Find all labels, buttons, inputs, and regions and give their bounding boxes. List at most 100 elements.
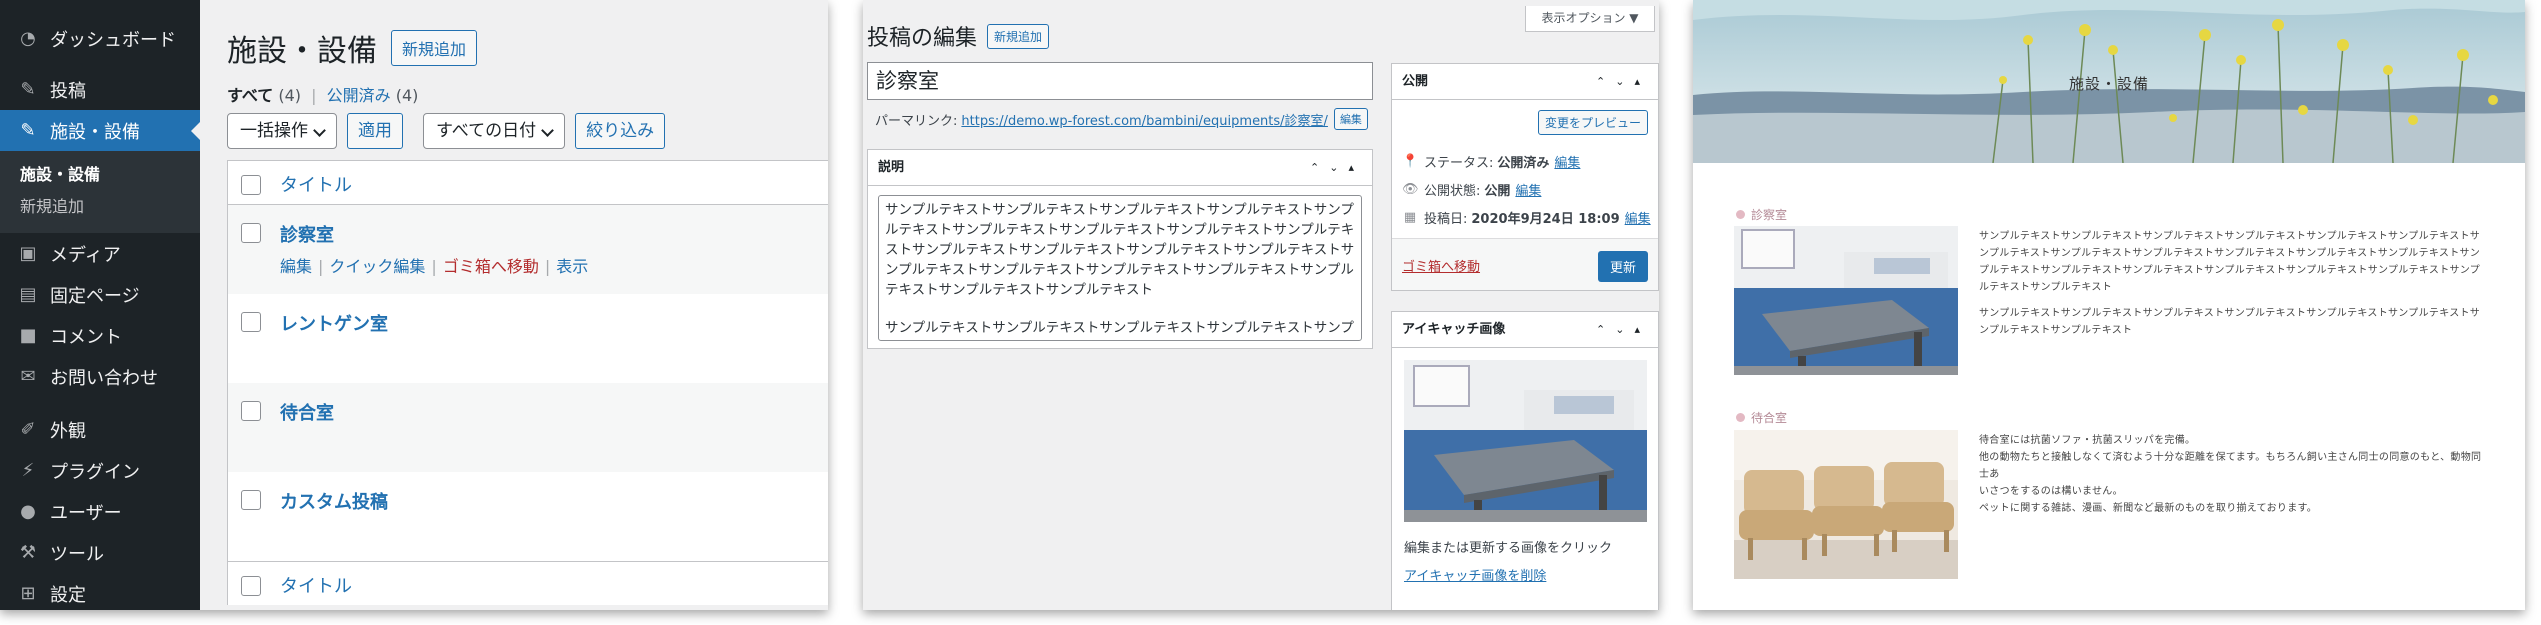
- dashboard-icon: ◔: [20, 28, 36, 49]
- table-row: レントゲン室: [228, 294, 828, 383]
- hero-title: 施設・設備: [2068, 75, 2149, 93]
- pin-icon: ✎: [20, 79, 36, 100]
- row-checkbox[interactable]: [241, 312, 261, 332]
- move-to-trash-link[interactable]: ゴミ箱へ移動: [1402, 256, 1480, 275]
- page-icon: ▤: [19, 284, 37, 305]
- preview-changes-button[interactable]: 変更をプレビュー: [1537, 110, 1648, 135]
- waiting-room-text: 待合室には抗菌ソファ・抗菌スリッパを完備。 他の動物たちと接触しなくて済むよう十…: [1979, 435, 2482, 514]
- eye-icon: 👁: [1402, 182, 1419, 197]
- metabox-arrows-icon[interactable]: ⌃⌄▴: [1310, 150, 1364, 186]
- view-link[interactable]: 表示: [556, 257, 588, 276]
- metabox-arrows-icon[interactable]: ⌃⌄▴: [1596, 312, 1650, 348]
- comment-icon: ■: [19, 325, 37, 346]
- hero-image: 施設・設備: [1693, 0, 2525, 163]
- add-new-button[interactable]: 新規追加: [391, 30, 478, 66]
- row-actions: 編集 | クイック編集 | ゴミ箱へ移動 | 表示: [280, 257, 589, 276]
- publish-actions: ゴミ箱へ移動 更新: [1392, 238, 1658, 290]
- row-checkbox[interactable]: [241, 401, 261, 421]
- edit-page-title: 投稿の編集: [867, 26, 978, 51]
- section-title-exam-room: 診察室: [1736, 206, 1787, 223]
- featured-image-help: 編集または更新する画像をクリック: [1404, 541, 1613, 556]
- quick-edit-link[interactable]: クイック編集: [329, 257, 425, 276]
- publish-heading: 公開 ⌃⌄▴: [1392, 64, 1658, 100]
- sidebar-item-settings[interactable]: ⊞ 設定: [0, 573, 200, 610]
- post-title-link[interactable]: レントゲン室: [280, 310, 388, 336]
- featured-image-metabox: アイキャッチ画像 ⌃⌄▴ 編集または更新する画像をクリック アイキャッチ画像を削…: [1391, 311, 1659, 610]
- remove-featured-image-link[interactable]: アイキャッチ画像を削除: [1404, 565, 1546, 584]
- exam-room-text: サンプルテキストサンプルテキストサンプルテキストサンプルテキストサンプルテキスト…: [1979, 231, 2481, 336]
- filter-published-count: (4): [395, 86, 419, 105]
- sidebar-item-plugins[interactable]: ⚡ プラグイン: [0, 450, 200, 491]
- waiting-room-photo: [1734, 430, 1958, 579]
- update-button[interactable]: 更新: [1597, 251, 1648, 282]
- add-new-button[interactable]: 新規追加: [987, 23, 1050, 49]
- post-title-link[interactable]: カスタム投稿: [280, 488, 388, 514]
- apply-button[interactable]: 適用: [347, 113, 403, 149]
- filter-button[interactable]: 絞り込み: [575, 113, 666, 149]
- sidebar-item-tools[interactable]: ⚒ ツール: [0, 532, 200, 573]
- page-title-row: 施設・設備 新規追加: [227, 26, 478, 70]
- visibility-edit-link[interactable]: 編集: [1515, 180, 1541, 199]
- date-row: ▦ 投稿日: 2020年9月24日 18:09 編集: [1403, 208, 1651, 227]
- post-title-link[interactable]: 診察室: [280, 221, 334, 247]
- featured-image-thumbnail[interactable]: [1404, 360, 1647, 522]
- select-all-checkbox[interactable]: [241, 175, 261, 195]
- select-all-checkbox-footer[interactable]: [241, 576, 261, 596]
- bullet-dot-icon: [1736, 210, 1745, 219]
- edit-link[interactable]: 編集: [280, 257, 312, 276]
- filter-published[interactable]: 公開済み: [327, 86, 391, 105]
- settings-icon: ⊞: [20, 583, 36, 604]
- date-filter-select[interactable]: すべての日付: [423, 113, 566, 149]
- description-textarea[interactable]: サンプルテキストサンプルテキストサンプルテキストサンプルテキストサンプルテキスト…: [878, 195, 1362, 341]
- plugin-icon: ⚡: [21, 460, 35, 481]
- sidebar-item-dashboard[interactable]: ◔ ダッシュボード: [0, 18, 200, 59]
- featured-image-heading: アイキャッチ画像 ⌃⌄▴: [1392, 312, 1658, 348]
- column-title-header[interactable]: タイトル: [280, 171, 352, 197]
- status-edit-link[interactable]: 編集: [1554, 152, 1580, 171]
- sidebar-item-contact[interactable]: ✉ お問い合わせ: [0, 356, 200, 397]
- permalink-url[interactable]: https://demo.wp-forest.com/bambini/equip…: [961, 110, 1328, 129]
- metabox-arrows-icon[interactable]: ⌃⌄▴: [1596, 64, 1650, 100]
- screen-options-button[interactable]: 表示オプション ▼: [1525, 6, 1655, 32]
- brush-icon: ✐: [20, 419, 36, 440]
- table-row: 待合室: [228, 383, 828, 472]
- media-icon: ▣: [19, 243, 37, 264]
- column-title-footer[interactable]: タイトル: [280, 572, 352, 598]
- admin-sidebar: ◔ ダッシュボード ✎ 投稿 ✎ 施設・設備 施設・設備 新規追加 ▣ メディア ▤ 固定…: [0, 0, 200, 610]
- submenu-item-add-new[interactable]: 新規追加: [0, 191, 200, 223]
- bulk-action-select[interactable]: 一括操作: [227, 113, 337, 149]
- filter-all-count: (4): [278, 86, 302, 105]
- post-title-input[interactable]: 診察室: [867, 62, 1373, 100]
- post-edit-screen: 投稿の編集 新規追加 表示オプション ▼ 診察室 パーマリンク: https:/…: [863, 0, 1659, 610]
- pin-icon: ✎: [20, 120, 36, 141]
- sidebar-item-pages[interactable]: ▤ 固定ページ: [0, 274, 200, 315]
- permalink-label: パーマリンク:: [875, 113, 958, 129]
- sidebar-item-media[interactable]: ▣ メディア: [0, 233, 200, 274]
- permalink-row: パーマリンク: https://demo.wp-forest.com/bambi…: [875, 108, 1368, 130]
- date-edit-link[interactable]: 編集: [1625, 208, 1651, 227]
- user-icon: ●: [20, 501, 36, 522]
- filter-all[interactable]: すべて: [227, 86, 273, 105]
- table-nav: 一括操作 適用 すべての日付 絞り込み: [227, 113, 685, 149]
- publish-metabox: 公開 ⌃⌄▴ 変更をプレビュー 📍 ステータス: 公開済み 編集 👁 公開状態:…: [1391, 63, 1659, 291]
- sidebar-item-users[interactable]: ● ユーザー: [0, 491, 200, 532]
- sidebar-item-posts[interactable]: ✎ 投稿: [0, 69, 200, 110]
- post-title-link[interactable]: 待合室: [280, 399, 334, 425]
- wrench-icon: ⚒: [19, 542, 37, 563]
- sidebar-item-facilities[interactable]: ✎ 施設・設備: [0, 110, 200, 151]
- trash-link[interactable]: ゴミ箱へ移動: [443, 257, 539, 276]
- visibility-row: 👁 公開状態: 公開 編集: [1402, 180, 1542, 199]
- row-checkbox[interactable]: [241, 490, 261, 510]
- post-list-main: 施設・設備 新規追加 すべて (4) | 公開済み (4) 一括操作 適用 すべ…: [200, 0, 828, 610]
- permalink-edit-button[interactable]: 編集: [1333, 108, 1368, 130]
- page-title: 施設・設備: [227, 34, 377, 69]
- row-checkbox[interactable]: [241, 223, 261, 243]
- submenu-item-facilities[interactable]: 施設・設備: [0, 159, 200, 191]
- filter-separator: |: [311, 86, 317, 105]
- status-row: 📍 ステータス: 公開済み 編集: [1402, 152, 1581, 171]
- sidebar-item-appearance[interactable]: ✐ 外観: [0, 409, 200, 450]
- pin-icon: 📍: [1402, 154, 1419, 169]
- posts-table: タイトル 診察室 編集 | クイック編集 | ゴミ箱へ移動 | 表示 レントゲン室 待合室 …: [227, 160, 828, 605]
- bullet-dot-icon: [1736, 413, 1745, 422]
- sidebar-item-comments[interactable]: ■ コメント: [0, 315, 200, 356]
